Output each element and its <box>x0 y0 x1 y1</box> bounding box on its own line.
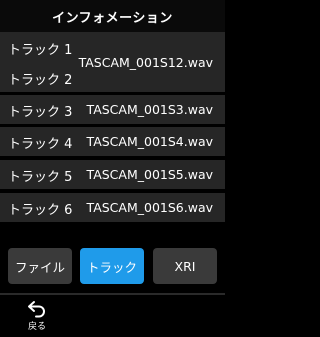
tab-track[interactable]: トラック <box>80 248 144 284</box>
track-label: トラック 5 <box>8 170 73 185</box>
tab-label: ファイル <box>14 259 65 275</box>
file-name: TASCAM_001S4.wav <box>86 134 213 149</box>
track-row-5: トラック 5 TASCAM_001S5.wav <box>0 160 225 189</box>
back-button[interactable]: 戻る <box>18 300 56 334</box>
page-title-text: インフォメーション <box>52 10 173 26</box>
track-label: トラック 3 <box>8 105 73 120</box>
tab-label: XRI <box>174 258 196 274</box>
page-title: インフォメーション <box>0 0 225 32</box>
track-label: トラック 2 <box>8 73 73 88</box>
track-row-1-2: トラック 1 トラック 2 TASCAM_001S12.wav <box>0 32 225 92</box>
file-name: TASCAM_001S5.wav <box>86 167 213 182</box>
back-arrow-icon <box>28 301 45 318</box>
footer-divider <box>0 293 225 295</box>
file-name: TASCAM_001S12.wav <box>78 54 213 70</box>
track-row-6: トラック 6 TASCAM_001S6.wav <box>0 193 225 222</box>
tab-xri[interactable]: XRI <box>153 248 217 284</box>
file-name: TASCAM_001S6.wav <box>86 200 213 215</box>
track-row-3: トラック 3 TASCAM_001S3.wav <box>0 95 225 124</box>
track-label: トラック 1 <box>8 43 73 58</box>
tab-file[interactable]: ファイル <box>8 248 72 284</box>
tab-label: トラック <box>86 259 137 275</box>
track-row-4: トラック 4 TASCAM_001S4.wav <box>0 127 225 156</box>
file-name: TASCAM_001S3.wav <box>86 102 213 117</box>
tab-bar: ファイル トラック XRI <box>0 248 225 284</box>
track-label: トラック 4 <box>8 137 73 152</box>
track-label: トラック 6 <box>8 203 73 218</box>
back-label: 戻る <box>27 322 46 332</box>
